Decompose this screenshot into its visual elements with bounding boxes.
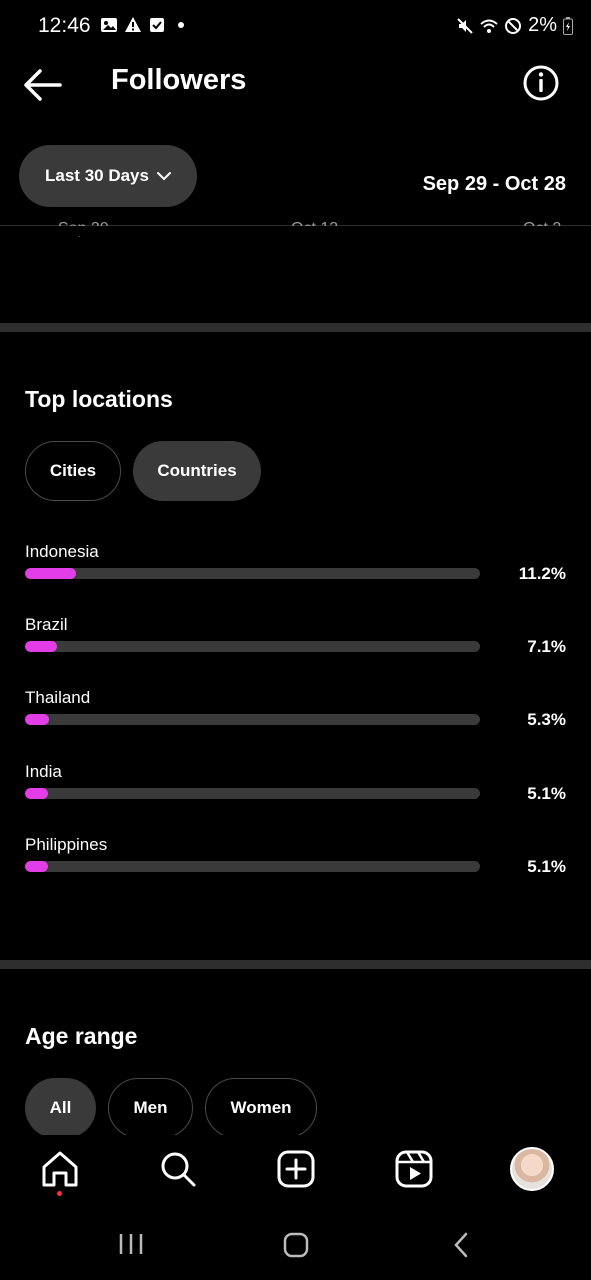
check-box-icon xyxy=(150,18,164,32)
location-bar-track xyxy=(25,641,480,652)
chevron-down-icon xyxy=(156,172,171,181)
location-bar-track xyxy=(25,861,480,872)
location-row: Indonesia 11.2% xyxy=(25,542,570,602)
location-percent: 5.1% xyxy=(527,857,566,876)
back-icon[interactable] xyxy=(452,1232,470,1258)
system-nav xyxy=(0,1205,591,1280)
mute-icon xyxy=(457,17,473,34)
location-name: Brazil xyxy=(25,615,68,634)
profile-avatar[interactable] xyxy=(510,1147,554,1191)
tab-women-label: Women xyxy=(230,1098,292,1117)
battery-percent: 2% xyxy=(528,14,557,36)
page-title: Followers xyxy=(111,64,247,96)
location-bar-track xyxy=(25,568,480,579)
tab-men-label: Men xyxy=(133,1098,168,1117)
location-percent: 5.1% xyxy=(527,784,566,803)
dot-icon xyxy=(178,22,184,28)
home-button-icon[interactable] xyxy=(283,1232,309,1258)
location-bar-fill xyxy=(25,788,49,799)
location-bar-fill xyxy=(25,641,58,652)
battery-icon xyxy=(563,16,573,35)
recents-icon[interactable] xyxy=(118,1232,144,1256)
location-row: Philippines 5.1% xyxy=(25,835,570,895)
location-bar-fill xyxy=(25,568,76,579)
tab-all-label: All xyxy=(49,1098,72,1117)
bottom-nav xyxy=(0,1135,591,1205)
location-bar-fill xyxy=(25,714,50,725)
info-icon[interactable] xyxy=(522,64,560,102)
wifi-icon xyxy=(480,19,498,33)
tab-countries-label: Countries xyxy=(157,461,237,480)
date-range-dropdown-label: Last 30 Days xyxy=(45,166,149,185)
block-icon xyxy=(505,17,522,34)
tab-cities[interactable]: Cities xyxy=(25,441,121,501)
reels-icon[interactable] xyxy=(394,1149,434,1189)
status-left-icons xyxy=(100,16,190,34)
home-icon[interactable] xyxy=(40,1149,80,1189)
tab-women[interactable]: Women xyxy=(205,1078,317,1138)
location-bar-track xyxy=(25,714,480,725)
location-percent: 7.1% xyxy=(527,637,566,656)
location-row: India 5.1% xyxy=(25,762,570,822)
location-bar-fill xyxy=(25,861,49,872)
notification-dot xyxy=(57,1191,62,1196)
tab-cities-label: Cities xyxy=(49,461,97,480)
status-right: 2% xyxy=(456,14,573,37)
status-time: 12:46 xyxy=(38,14,91,37)
section-separator xyxy=(0,323,591,332)
location-row: Brazil 7.1% xyxy=(25,615,570,675)
image-icon xyxy=(101,18,117,32)
date-range-text: Sep 29 - Oct 28 xyxy=(422,173,566,195)
location-name: Philippines xyxy=(25,835,108,854)
location-name: India xyxy=(25,762,62,781)
warning-icon xyxy=(125,17,141,32)
location-name: Thailand xyxy=(25,688,91,707)
search-icon[interactable] xyxy=(158,1149,198,1189)
location-name: Indonesia xyxy=(25,542,99,561)
top-locations-title: Top locations xyxy=(25,386,173,412)
age-range-title: Age range xyxy=(25,1023,138,1049)
location-percent: 11.2% xyxy=(518,564,566,583)
arrow-left-icon[interactable] xyxy=(22,66,64,104)
tab-countries[interactable]: Countries xyxy=(133,441,261,501)
location-percent: 5.3% xyxy=(527,710,566,729)
create-icon[interactable] xyxy=(276,1149,316,1189)
date-range-dropdown[interactable]: Last 30 Days xyxy=(19,145,197,207)
location-row: Thailand 5.3% xyxy=(25,688,570,748)
tab-all[interactable]: All xyxy=(25,1078,96,1138)
tab-men[interactable]: Men xyxy=(108,1078,193,1138)
location-bar-track xyxy=(25,788,480,799)
section-separator xyxy=(0,960,591,969)
